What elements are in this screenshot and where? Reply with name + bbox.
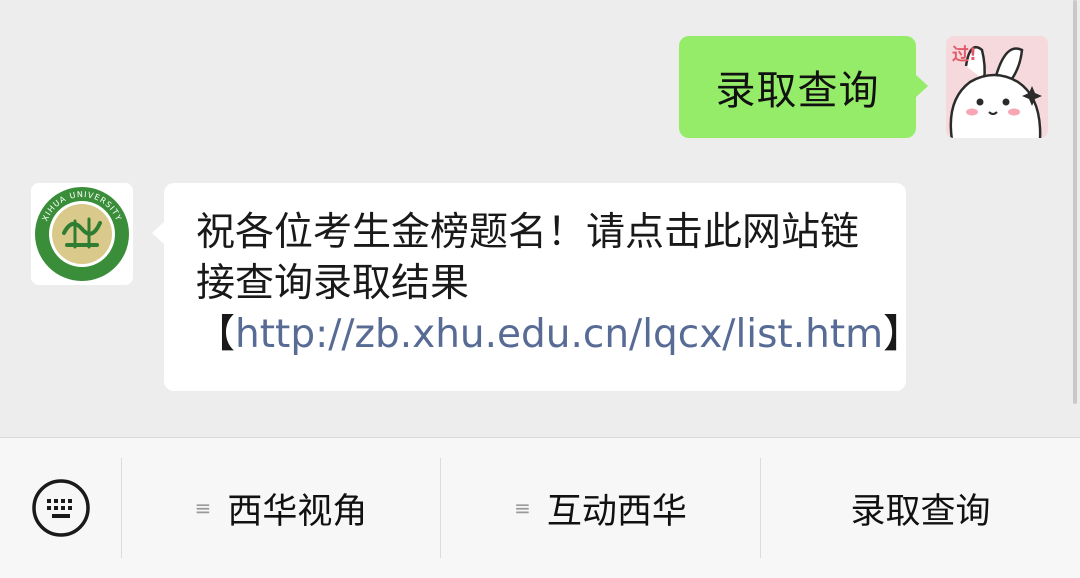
submenu-icon: ≡	[194, 496, 212, 520]
message-link[interactable]: http://zb.xhu.edu.cn/lqcx/list.htm	[235, 312, 883, 357]
chat-scrollbar[interactable]	[1073, 0, 1077, 404]
incoming-message-suffix: 】	[883, 312, 923, 357]
org-avatar[interactable]: XIHUA UNIVERSITY	[31, 183, 133, 285]
incoming-message-bubble[interactable]: 祝各位考生金榜题名！请点击此网站链接查询录取结果【http://zb.xhu.e…	[152, 183, 922, 391]
xihua-university-logo: XIHUA UNIVERSITY	[31, 183, 133, 285]
menu-item-label: 录取查询	[850, 491, 991, 532]
menu-item-interactive-xihua[interactable]: ≡ 互动西华	[441, 438, 760, 578]
badge-text: 过!	[952, 45, 977, 65]
bottom-menu-bar: ≡ 西华视角 ≡ 互动西华 录取查询	[0, 437, 1080, 578]
chat-area[interactable]: 录取查询 过! XIHUA UNIVERSITY 祝各位考生金榜题名！请点击此网…	[0, 0, 1080, 437]
menu-item-label: 互动西华	[546, 491, 687, 532]
outgoing-message-text: 录取查询	[715, 68, 880, 114]
outgoing-message-bubble[interactable]: 录取查询	[679, 36, 928, 138]
rabbit-sticker-image: 过!	[946, 36, 1048, 138]
menu-item-label: 西华视角	[227, 491, 368, 532]
keyboard-icon	[31, 479, 90, 537]
user-avatar[interactable]: 过!	[946, 36, 1048, 138]
submenu-icon: ≡	[514, 496, 531, 520]
menu-item-xihua-perspective[interactable]: ≡ 西华视角	[122, 438, 440, 578]
menu-item-admission-query[interactable]: 录取查询	[761, 438, 1080, 578]
keyboard-toggle-button[interactable]	[0, 438, 121, 578]
